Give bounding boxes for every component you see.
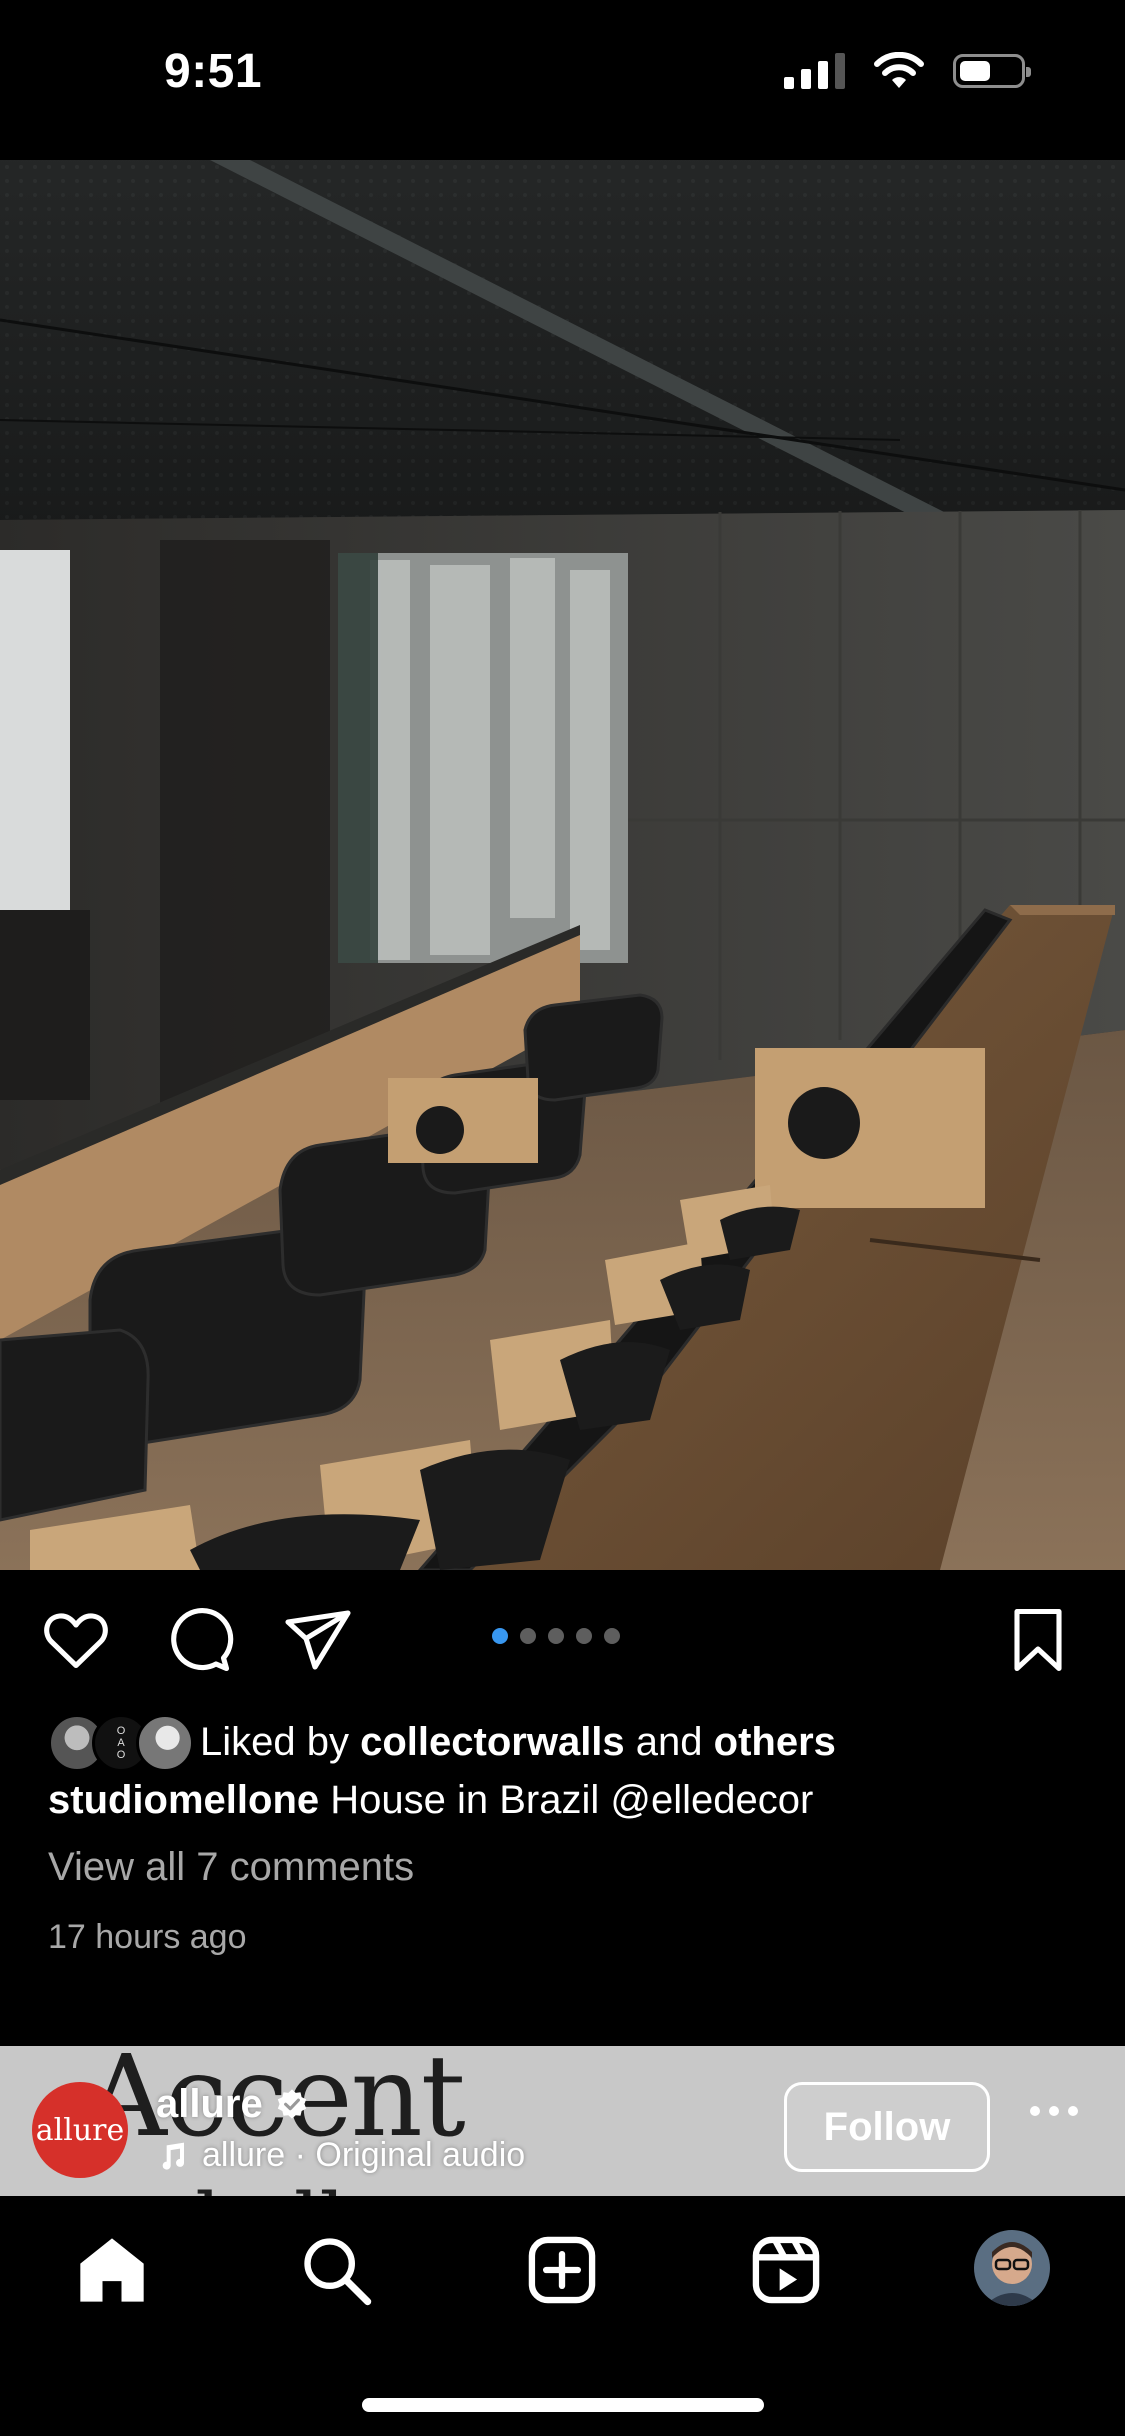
battery-icon (953, 54, 1031, 88)
save-bookmark-icon[interactable] (1002, 1604, 1074, 1676)
caption-text: House in Brazil @elledecor (330, 1778, 814, 1822)
allure-avatar[interactable]: allure (32, 2082, 128, 2178)
follow-button[interactable]: Follow (784, 2082, 990, 2172)
next-post-header: Accent challenge allure allure allure · … (0, 2046, 1125, 2196)
theater-photo (0, 160, 1125, 1570)
create-post-icon[interactable] (524, 2232, 600, 2308)
next-post-audio[interactable]: allure · Original audio (156, 2136, 525, 2175)
likes-line[interactable]: OAO Liked by collectorwalls and others (48, 1712, 836, 1772)
avatar (136, 1714, 194, 1772)
carousel-dot (520, 1628, 536, 1644)
status-bar: 9:51 (0, 0, 1125, 160)
next-post-image-text: challenge (150, 2176, 543, 2196)
liker-avatars[interactable]: OAO (48, 1714, 194, 1772)
post-actions (0, 1600, 1125, 1680)
avatar-logo-text: allure (35, 2112, 125, 2148)
carousel-indicator (492, 1628, 620, 1644)
caption-username[interactable]: studiomellone (48, 1778, 319, 1822)
next-post-username[interactable]: allure (156, 2082, 309, 2127)
post-timestamp: 17 hours ago (48, 1918, 247, 1956)
liked-by-others[interactable]: others (714, 1720, 836, 1765)
cellular-signal-icon (784, 53, 845, 89)
status-icons (784, 52, 1031, 90)
post-image[interactable] (0, 160, 1125, 1570)
home-indicator (362, 2398, 764, 2412)
carousel-dot (576, 1628, 592, 1644)
home-icon[interactable] (74, 2232, 150, 2308)
more-options-icon[interactable] (1030, 2106, 1078, 2116)
status-time: 9:51 (164, 45, 263, 98)
audio-label: allure · Original audio (202, 2136, 526, 2174)
liked-by-connector: and (635, 1719, 703, 1764)
carousel-dot (492, 1628, 508, 1644)
reels-icon[interactable] (748, 2232, 824, 2308)
profile-photo (974, 2230, 1050, 2306)
verified-badge-icon (277, 2088, 306, 2119)
carousel-dot (604, 1628, 620, 1644)
music-note-icon (162, 2142, 185, 2170)
view-comments-link[interactable]: View all 7 comments (48, 1845, 414, 1890)
liked-by-user[interactable]: collectorwalls (360, 1720, 625, 1765)
profile-avatar[interactable] (974, 2230, 1050, 2306)
post-caption: studiomellone House in Brazil @elledecor (48, 1778, 813, 1823)
share-send-icon[interactable] (282, 1604, 354, 1676)
comment-icon[interactable] (162, 1604, 234, 1676)
username-text: allure (156, 2082, 263, 2126)
search-icon[interactable] (298, 2232, 374, 2308)
carousel-dot (548, 1628, 564, 1644)
like-heart-icon[interactable] (40, 1604, 112, 1676)
wifi-icon (874, 52, 924, 88)
liked-by-prefix: Liked by (200, 1719, 349, 1764)
